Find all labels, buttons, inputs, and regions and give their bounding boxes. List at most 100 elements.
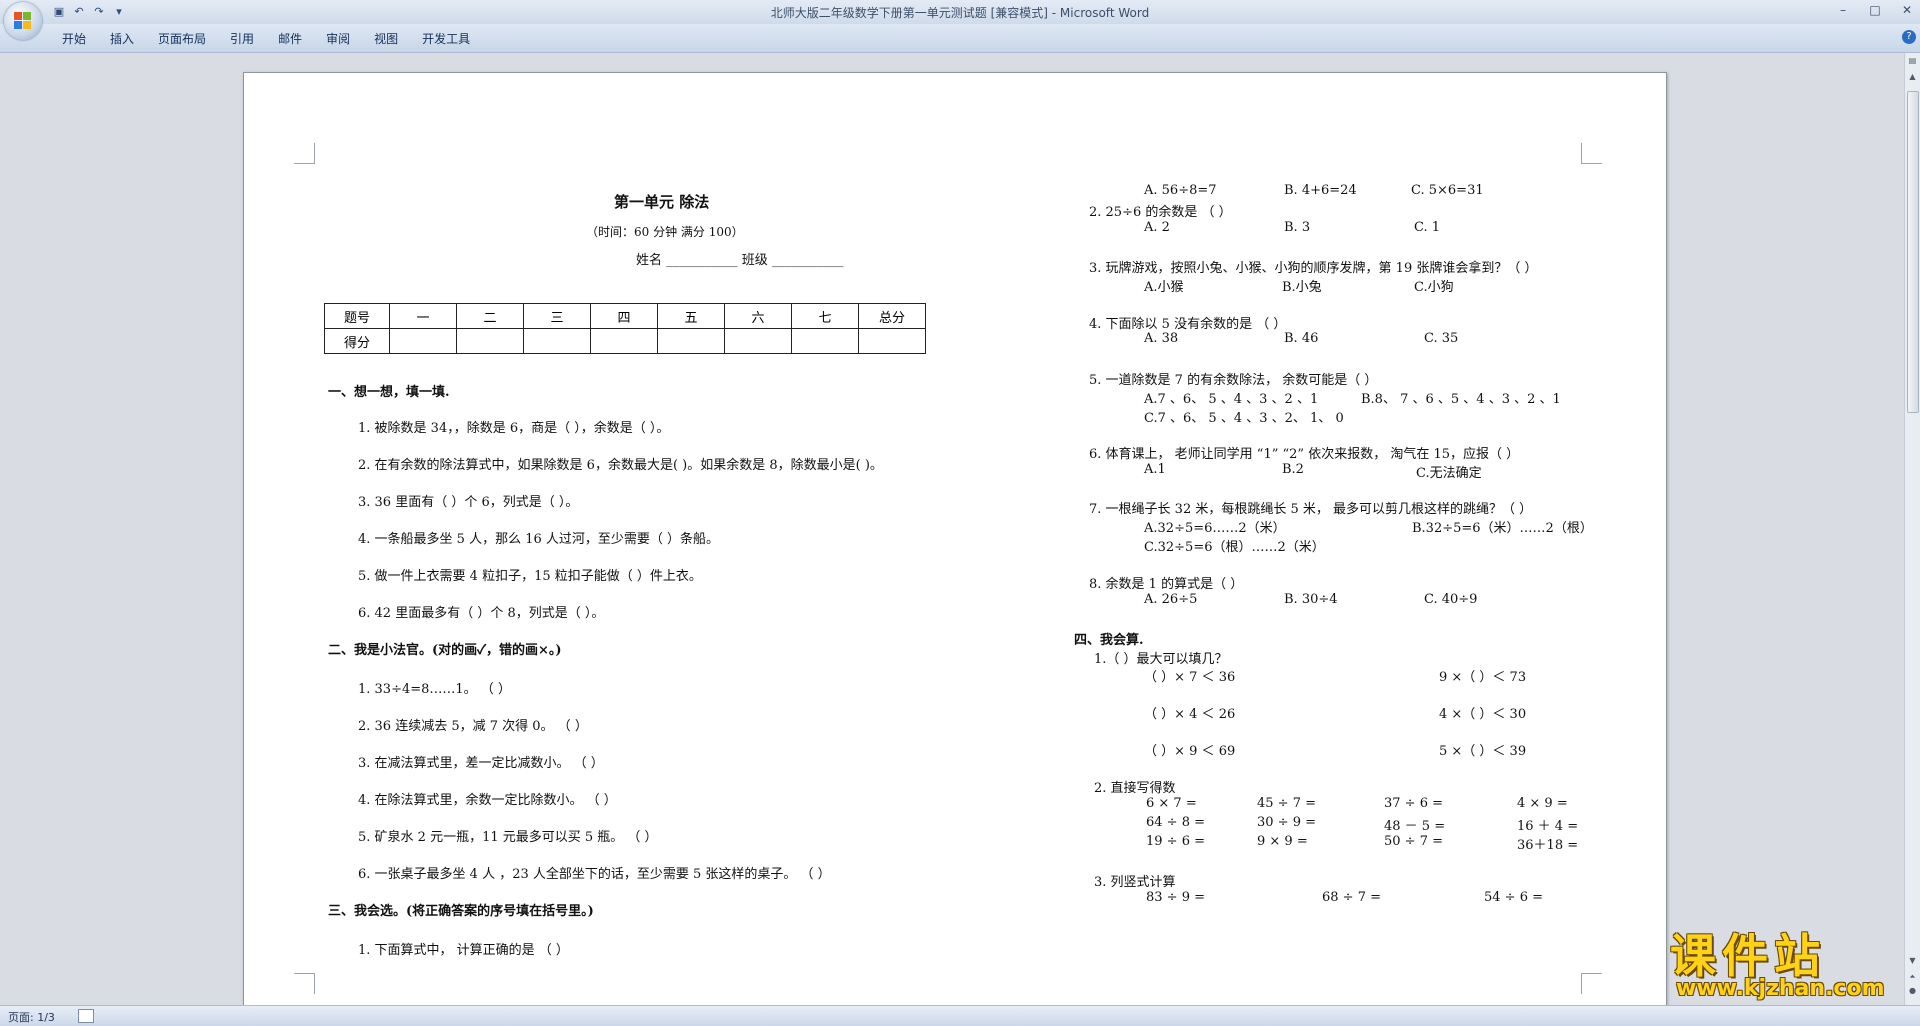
watermark-url: www.kjzhan.com	[1676, 976, 1885, 1001]
calc-item: 30 ÷ 9 =	[1257, 815, 1316, 830]
inequality-item: （ ）× 4 ＜ 26	[1144, 707, 1236, 722]
office-logo-icon	[14, 12, 32, 30]
close-icon[interactable]: ✕	[1900, 2, 1914, 18]
tab-home[interactable]: 开始	[50, 30, 98, 48]
option-b: B. 3	[1284, 220, 1311, 235]
option-b: B.32÷5=6（米）……2（根）	[1412, 521, 1593, 536]
option-b: B.8、 7 、6 、5 、4 、3 、2 、1	[1361, 392, 1561, 407]
calc-item: 19 ÷ 6 =	[1146, 834, 1205, 849]
option-c: C. 5×6=31	[1411, 183, 1484, 198]
tab-view[interactable]: 视图	[362, 30, 410, 48]
option-a: A. 2	[1144, 220, 1170, 235]
question-item: 5. 一道除数是 7 的有余数除法， 余数可能是（ ）	[1089, 373, 1378, 388]
table-cell[interactable]	[858, 328, 926, 354]
table-cell[interactable]	[389, 328, 457, 354]
question-item: 1. 下面算式中， 计算正确的是 （ ）	[358, 943, 569, 958]
question-item: 2. 直接写得数	[1094, 781, 1176, 796]
inequality-item: （ ）× 7 ＜ 36	[1144, 670, 1236, 685]
question-item: 3. 列竖式计算	[1094, 875, 1176, 890]
inequality-item: 9 ×（ ）＜ 73	[1439, 670, 1527, 685]
calc-item: 37 ÷ 6 =	[1384, 796, 1443, 811]
question-item: 3. 36 里面有（ ）个 6，列式是（ ）。	[358, 495, 579, 510]
question-item: 3. 玩牌游戏，按照小兔、小猴、小狗的顺序发牌，第 19 张牌谁会拿到？（ ）	[1089, 261, 1538, 276]
table-cell[interactable]	[724, 328, 792, 354]
option-a: A. 56÷8=7	[1144, 183, 1217, 198]
help-icon[interactable]: ?	[1902, 30, 1916, 44]
section-heading: 二、我是小法官。(对的画✓，错的画×。)	[328, 643, 562, 658]
question-item: 1. 33÷4=8……1。 （ ）	[358, 682, 511, 697]
question-item: 2. 36 连续减去 5，减 7 次得 0。 （ ）	[358, 719, 588, 734]
option-a: A.小猴	[1144, 280, 1184, 295]
inequality-item: 4 ×（ ）＜ 30	[1439, 707, 1527, 722]
option-a: A. 38	[1144, 331, 1179, 346]
question-item: 4. 下面除以 5 没有余数的是 （ ）	[1089, 317, 1287, 332]
option-c: C. 35	[1424, 331, 1459, 346]
option-b: B. 4+6=24	[1284, 183, 1357, 198]
document-page[interactable]: 第一单元 除法 （时间：60 分钟 满分 100） 姓名 ___________…	[243, 72, 1667, 1014]
table-cell[interactable]	[657, 328, 725, 354]
inequality-item: 5 ×（ ）＜ 39	[1439, 744, 1527, 759]
tab-page-layout[interactable]: 页面布局	[146, 30, 218, 48]
section-heading: 四、我会算.	[1074, 633, 1144, 648]
option-c: C.7 、6、 5 、4 、3 、2、 1、 0	[1144, 411, 1344, 426]
option-a: A.1	[1144, 462, 1166, 477]
tab-insert[interactable]: 插入	[98, 30, 146, 48]
calc-item: 9 × 9 =	[1257, 834, 1308, 849]
table-header-cell: 二	[456, 303, 524, 329]
table-cell[interactable]	[456, 328, 524, 354]
calc-item: 16 ＋ 4 =	[1517, 819, 1579, 834]
doc-subtitle: （时间：60 分钟 满分 100）	[586, 225, 744, 239]
table-cell[interactable]	[791, 328, 859, 354]
title-bar: ▣ ↶ ↷ ▾ 北师大版二年级数学下册第一单元测试题 [兼容模式] - Micr…	[0, 0, 1920, 24]
option-a: A.32÷5=6……2（米）	[1144, 521, 1286, 536]
crop-mark	[294, 143, 315, 164]
tab-references[interactable]: 引用	[218, 30, 266, 48]
table-row: 得分	[324, 328, 926, 354]
table-cell[interactable]	[523, 328, 591, 354]
name-class-line: 姓名 ___________ 班级 ___________	[636, 253, 844, 268]
scroll-thumb[interactable]	[1907, 91, 1919, 413]
table-cell[interactable]	[590, 328, 658, 354]
tab-review[interactable]: 审阅	[314, 30, 362, 48]
watermark-logo: 课件站 www.kjzhan.com	[1670, 920, 1915, 1005]
table-cell: 得分	[324, 328, 390, 354]
option-a: A. 26÷5	[1144, 592, 1198, 607]
question-item: 4. 在除法算式里，余数一定比除数小。 （ ）	[358, 793, 617, 808]
table-header-cell: 四	[590, 303, 658, 329]
option-c: C.无法确定	[1416, 466, 1482, 481]
status-bar: 页面: 1/3	[0, 1005, 1920, 1026]
ruler-toggle-icon[interactable]: ▤	[1907, 55, 1918, 66]
calc-item: 48 － 5 =	[1384, 819, 1446, 834]
crop-mark	[294, 973, 315, 994]
table-header-cell: 三	[523, 303, 591, 329]
tab-mailings[interactable]: 邮件	[266, 30, 314, 48]
tab-developer[interactable]: 开发工具	[410, 30, 482, 48]
question-item: 2. 在有余数的除法算式中，如果除数是 6，余数最大是( )。如果余数是 8，除…	[358, 458, 883, 473]
question-item: 6. 42 里面最多有（ ）个 8，列式是（ ）。	[358, 606, 605, 621]
proofing-icon[interactable]	[78, 1009, 94, 1023]
section-heading: 三、我会选。(将正确答案的序号填在括号里。)	[328, 904, 594, 919]
calc-item: 4 × 9 =	[1517, 796, 1568, 811]
vertical-scrollbar[interactable]: ▤ ▲ ▼ ⏶ ●	[1904, 53, 1920, 1005]
calc-item: 6 × 7 =	[1146, 796, 1197, 811]
calc-item: 54 ÷ 6 =	[1484, 890, 1543, 905]
option-c: C.小狗	[1414, 280, 1454, 295]
question-item: 7. 一根绳子长 32 米，每根跳绳长 5 米， 最多可以剪几根这样的跳绳？（ …	[1089, 502, 1533, 517]
calc-item: 36＋18 =	[1517, 838, 1579, 853]
office-button[interactable]	[4, 2, 42, 40]
question-item: 5. 做一件上衣需要 4 粒扣子，15 粒扣子能做（ ）件上衣。	[358, 569, 702, 584]
scroll-up-icon[interactable]: ▲	[1907, 71, 1918, 82]
maximize-icon[interactable]: □	[1868, 2, 1882, 18]
minimize-icon[interactable]: –	[1836, 2, 1850, 18]
option-c: C. 40÷9	[1424, 592, 1478, 607]
question-item: 2. 25÷6 的余数是 （ ）	[1089, 205, 1232, 220]
question-item: 1.（ ）最大可以填几？	[1094, 652, 1228, 667]
question-item: 6. 体育课上， 老师让同学用 “1” “2” 依次来报数， 淘气在 15，应报…	[1089, 447, 1520, 462]
ribbon: 开始 插入 页面布局 引用 邮件 审阅 视图 开发工具 ?	[0, 24, 1920, 53]
score-table: 题号 一 二 三 四 五 六 七 总分 得分	[324, 303, 926, 354]
page-indicator[interactable]: 页面: 1/3	[8, 1009, 55, 1025]
question-item: 4. 一条船最多坐 5 人，那么 16 人过河，至少需要（ ）条船。	[358, 532, 720, 547]
question-item: 1. 被除数是 34，，除数是 6，商是（ ），余数是（ ）。	[358, 421, 670, 436]
option-a: A.7 、6、 5 、4 、3 、2 、1	[1144, 392, 1319, 407]
ribbon-tabs: 开始 插入 页面布局 引用 邮件 审阅 视图 开发工具	[50, 30, 482, 48]
